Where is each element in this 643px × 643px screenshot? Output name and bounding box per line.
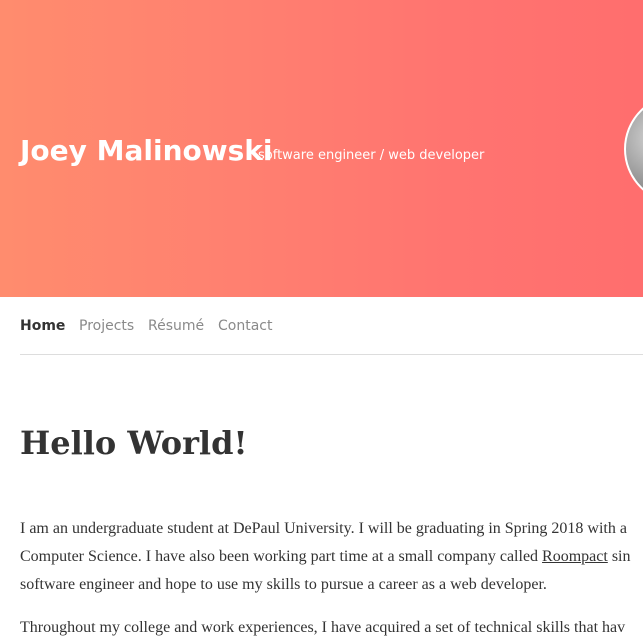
site-title[interactable]: Joey Malinowski [20,129,273,173]
site-tagline: software engineer / web developer [258,148,485,163]
intro-line-3: software engineer and hope to use my ski… [20,576,547,593]
roompact-link[interactable]: Roompact [542,548,608,565]
skills-line-1: Throughout my college and work experienc… [20,619,626,636]
nav-item-home[interactable]: Home [20,315,65,337]
main-nav: Home Projects Résumé Contact [20,297,643,355]
intro-line-1: I am an undergraduate student at DePaul … [20,520,627,537]
skills-paragraph: Throughout my college and work experienc… [20,614,643,642]
nav-item-contact[interactable]: Contact [218,315,272,337]
intro-paragraph: I am an undergraduate student at DePaul … [20,515,643,599]
intro-line-2: Computer Science. I have also been worki… [20,543,643,571]
profile-avatar [624,94,643,204]
intro-line-2-text: Computer Science. I have also been worki… [20,548,543,565]
intro-line-2-tail: sin [607,548,631,565]
hero-header: Joey Malinowski software engineer / web … [0,0,643,297]
page-heading: Hello World! [20,424,248,462]
nav-item-resume[interactable]: Résumé [148,315,204,337]
nav-item-projects[interactable]: Projects [79,315,134,337]
page: Joey Malinowski software engineer / web … [0,0,643,643]
